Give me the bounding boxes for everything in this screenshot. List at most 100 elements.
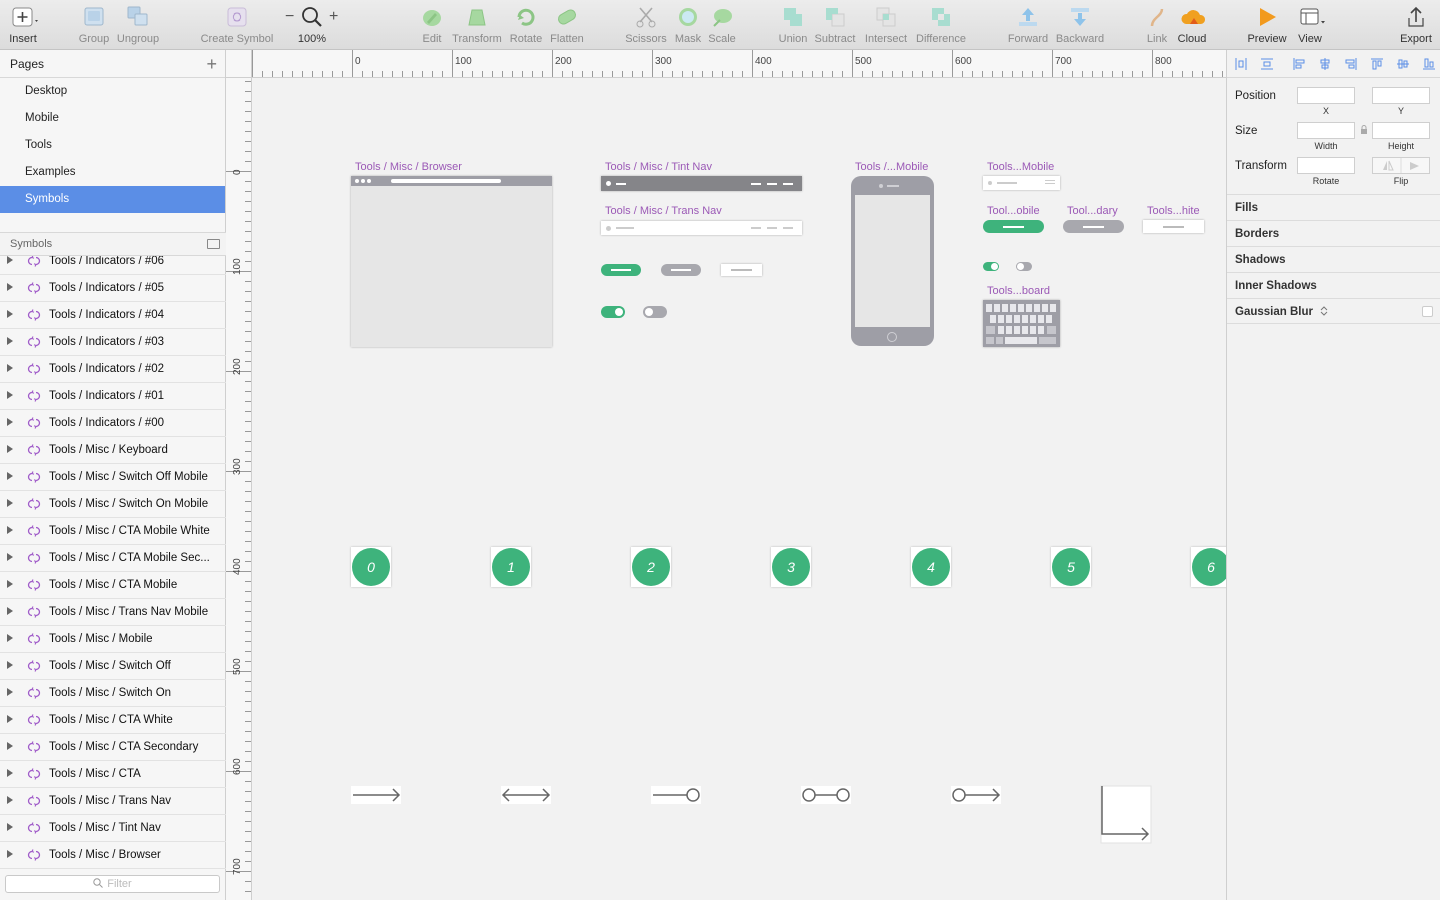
page-item-tools[interactable]: Tools bbox=[0, 132, 225, 159]
flatten-button[interactable]: Flatten bbox=[549, 6, 585, 48]
disclosure-triangle-icon[interactable] bbox=[7, 742, 13, 750]
rotate-button[interactable]: Rotate bbox=[508, 6, 544, 48]
disclosure-triangle-icon[interactable] bbox=[7, 310, 13, 318]
layer-row[interactable]: Tools / Misc / Switch On Mobile bbox=[0, 491, 226, 518]
disclosure-triangle-icon[interactable] bbox=[7, 256, 13, 264]
disclosure-triangle-icon[interactable] bbox=[7, 634, 13, 642]
layer-row[interactable]: Tools / Misc / Switch Off bbox=[0, 653, 226, 680]
canvas[interactable]: Tools / Misc / Browser Tools / Misc / Ti… bbox=[253, 79, 1226, 900]
disclosure-triangle-icon[interactable] bbox=[7, 688, 13, 696]
layer-row[interactable]: Tools / Indicators / #00 bbox=[0, 410, 226, 437]
position-y-input[interactable] bbox=[1372, 87, 1430, 104]
artboard-browser[interactable] bbox=[351, 176, 552, 347]
disclosure-triangle-icon[interactable] bbox=[7, 418, 13, 426]
inner-shadows-section[interactable]: Inner Shadows bbox=[1227, 272, 1440, 298]
layer-row[interactable]: Tools / Misc / CTA Mobile bbox=[0, 572, 226, 599]
vertical-ruler[interactable]: 0 100 200 300 400 500 600 700 bbox=[226, 78, 252, 900]
union-button[interactable]: Union bbox=[776, 6, 810, 48]
collapse-icon[interactable] bbox=[207, 239, 220, 249]
artboard-mobile[interactable] bbox=[851, 176, 934, 347]
artboard-label-tint-nav[interactable]: Tools / Misc / Tint Nav bbox=[605, 161, 712, 173]
align-left-icon[interactable] bbox=[1293, 58, 1305, 70]
page-item-examples[interactable]: Examples bbox=[0, 159, 225, 186]
artboard-cta-secondary[interactable] bbox=[661, 264, 701, 278]
layer-row[interactable]: Tools / Misc / Tint Nav bbox=[0, 815, 226, 842]
artboard-tint-nav[interactable] bbox=[601, 176, 802, 191]
artboard-label-trans-nav-mobile[interactable]: Tools...Mobile bbox=[987, 161, 1054, 173]
gaussian-blur-section[interactable]: Gaussian Blur bbox=[1227, 298, 1440, 324]
circle-arrow-symbol[interactable] bbox=[951, 785, 1005, 805]
artboard-switch-on-mobile[interactable] bbox=[983, 262, 999, 272]
indicator-symbol[interactable]: 4 bbox=[911, 547, 951, 587]
indicator-symbol[interactable]: 0 bbox=[351, 547, 391, 587]
layer-row[interactable]: Tools / Indicators / #04 bbox=[0, 302, 226, 329]
artboard-cta-mobile-white[interactable] bbox=[1143, 220, 1204, 233]
layer-row[interactable]: Tools / Indicators / #06 bbox=[0, 256, 226, 275]
disclosure-triangle-icon[interactable] bbox=[7, 283, 13, 291]
transform-button[interactable]: Transform bbox=[452, 6, 502, 48]
indicator-symbol[interactable]: 1 bbox=[491, 547, 531, 587]
artboard-label-mobile[interactable]: Tools /...Mobile bbox=[855, 161, 928, 173]
view-button[interactable]: View bbox=[1293, 6, 1327, 48]
disclosure-triangle-icon[interactable] bbox=[7, 715, 13, 723]
line-circle-end-symbol[interactable] bbox=[651, 785, 705, 805]
disclosure-triangle-icon[interactable] bbox=[7, 364, 13, 372]
arrow-both-symbol[interactable] bbox=[501, 785, 555, 805]
disclosure-triangle-icon[interactable] bbox=[7, 796, 13, 804]
artboard-switch-on[interactable] bbox=[601, 306, 625, 320]
zoom-in-button[interactable]: + bbox=[329, 8, 338, 26]
disclosure-triangle-icon[interactable] bbox=[7, 472, 13, 480]
link-button[interactable]: Link bbox=[1143, 6, 1171, 48]
cloud-button[interactable]: Cloud bbox=[1175, 6, 1209, 48]
align-center-icon[interactable] bbox=[1319, 58, 1331, 70]
layer-row[interactable]: Tools / Misc / Mobile bbox=[0, 626, 226, 653]
disclosure-triangle-icon[interactable] bbox=[7, 499, 13, 507]
layer-row[interactable]: Tools / Misc / CTA Mobile Sec... bbox=[0, 545, 226, 572]
artboard-switch-off-mobile[interactable] bbox=[1016, 262, 1032, 272]
disclosure-triangle-icon[interactable] bbox=[7, 526, 13, 534]
layer-row[interactable]: Tools / Misc / Keyboard bbox=[0, 437, 226, 464]
indicator-symbol[interactable]: 6 bbox=[1191, 547, 1226, 587]
disclosure-triangle-icon[interactable] bbox=[7, 445, 13, 453]
layer-row[interactable]: Tools / Misc / CTA Secondary bbox=[0, 734, 226, 761]
fills-section[interactable]: Fills bbox=[1227, 194, 1440, 220]
stepper-icon[interactable] bbox=[1320, 306, 1328, 316]
scissors-button[interactable]: Scissors bbox=[624, 6, 668, 48]
group-button[interactable]: Group bbox=[78, 6, 110, 48]
artboard-label-trans-nav[interactable]: Tools / Misc / Trans Nav bbox=[605, 205, 722, 217]
layer-row[interactable]: Tools / Indicators / #03 bbox=[0, 329, 226, 356]
zoom-out-button[interactable]: − bbox=[285, 8, 294, 26]
layer-row[interactable]: Tools / Indicators / #02 bbox=[0, 356, 226, 383]
artboard-keyboard[interactable] bbox=[983, 300, 1060, 347]
create-symbol-button[interactable]: Create Symbol bbox=[199, 6, 275, 48]
page-item-desktop[interactable]: Desktop bbox=[0, 78, 225, 105]
gaussian-blur-checkbox[interactable] bbox=[1422, 306, 1433, 317]
artboard-label-browser[interactable]: Tools / Misc / Browser bbox=[355, 161, 462, 173]
disclosure-triangle-icon[interactable] bbox=[7, 553, 13, 561]
layer-row[interactable]: Tools / Misc / Switch Off Mobile bbox=[0, 464, 226, 491]
layer-row[interactable]: Tools / Misc / CTA Mobile White bbox=[0, 518, 226, 545]
horizontal-ruler[interactable]: 0 100 200 300 400 500 600 700 800 bbox=[252, 50, 1226, 78]
scale-button[interactable]: Scale bbox=[707, 6, 737, 48]
export-button[interactable]: Export bbox=[1396, 6, 1436, 48]
intersect-button[interactable]: Intersect bbox=[862, 6, 910, 48]
artboard-label-cta-secondary[interactable]: Tool...dary bbox=[1067, 205, 1118, 217]
difference-button[interactable]: Difference bbox=[913, 6, 969, 48]
disclosure-triangle-icon[interactable] bbox=[7, 607, 13, 615]
insert-button[interactable]: Insert bbox=[6, 6, 40, 48]
layer-row[interactable]: Tools / Indicators / #05 bbox=[0, 275, 226, 302]
disclosure-triangle-icon[interactable] bbox=[7, 580, 13, 588]
layer-row[interactable]: Tools / Misc / CTA bbox=[0, 761, 226, 788]
layer-row[interactable]: Tools / Indicators / #01 bbox=[0, 383, 226, 410]
elbow-arrow-symbol[interactable] bbox=[1100, 785, 1154, 845]
indicator-symbol[interactable]: 2 bbox=[631, 547, 671, 587]
flip-control[interactable] bbox=[1372, 157, 1430, 174]
zoom-control[interactable]: 100% bbox=[296, 6, 328, 48]
filter-input[interactable]: Filter bbox=[5, 875, 220, 893]
distribute-vertical-icon[interactable] bbox=[1261, 58, 1273, 70]
artboard-cta-white[interactable] bbox=[721, 264, 762, 276]
align-bottom-icon[interactable] bbox=[1423, 58, 1435, 70]
artboard-trans-nav[interactable] bbox=[601, 221, 802, 235]
artboard-trans-nav-mobile[interactable] bbox=[983, 176, 1060, 190]
preview-button[interactable]: Preview bbox=[1246, 6, 1288, 48]
